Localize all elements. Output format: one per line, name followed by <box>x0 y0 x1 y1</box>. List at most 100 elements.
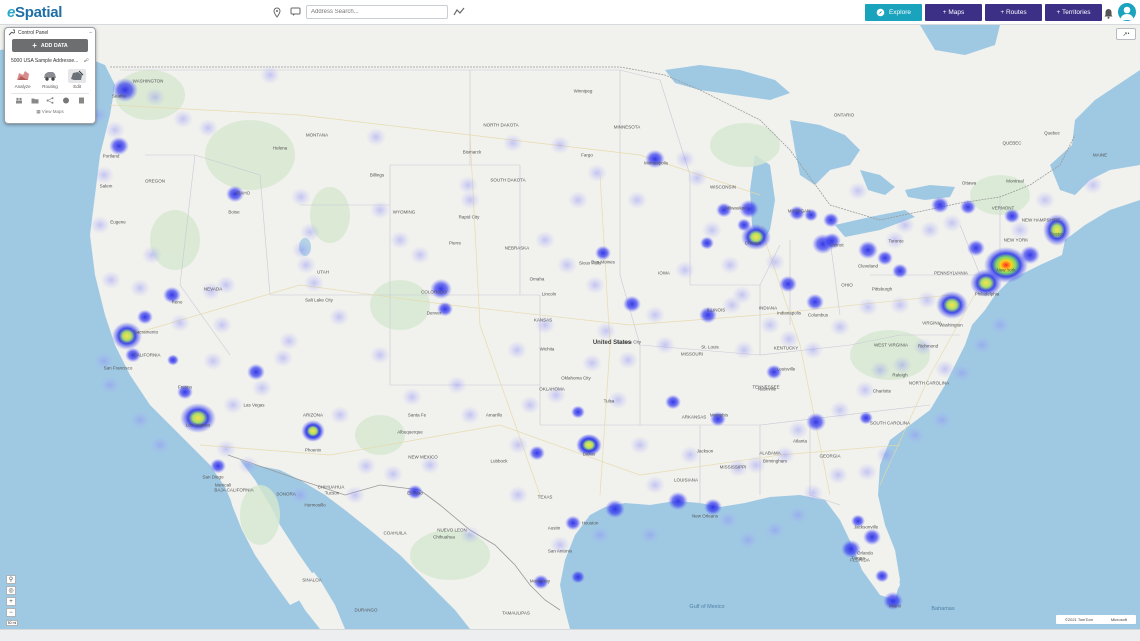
add-territories-label: + Territories <box>1056 9 1091 16</box>
globe-icon[interactable] <box>62 97 70 106</box>
heat-density-light <box>627 191 647 209</box>
state-label: NEW YORK <box>1003 237 1029 243</box>
city-label: Austin <box>547 525 561 531</box>
heat-density-light <box>390 231 410 249</box>
locate-button[interactable]: ◎ <box>6 586 16 595</box>
location-pin-icon[interactable] <box>270 5 284 19</box>
heat-density-light <box>857 463 877 481</box>
heat-density-light <box>645 476 665 494</box>
dataset-selector[interactable]: 5000 USA Sample Addresse... ☍ <box>11 57 89 65</box>
layer-toggle-button[interactable]: ↗ • <box>1116 28 1136 40</box>
heat-density-spot <box>1004 208 1020 224</box>
analyze-tool[interactable]: Analyze <box>14 69 32 89</box>
heat-density-light <box>702 221 722 239</box>
city-label: Fresno <box>177 384 193 390</box>
heat-density-light <box>260 66 280 84</box>
heat-density-light <box>870 361 890 379</box>
state-label: SONORA <box>276 491 296 497</box>
city-label: Denver <box>426 310 442 316</box>
route-directions-icon[interactable] <box>452 5 466 19</box>
heat-density-spot <box>877 250 893 266</box>
state-label: OKLAHOMA <box>539 386 565 392</box>
city-label: Kansas City <box>616 339 642 345</box>
city-label: Seattle <box>111 93 127 99</box>
state-label: ONTARIO <box>833 112 855 118</box>
bell-icon[interactable] <box>1104 6 1113 24</box>
state-label: NORTH CAROLINA <box>908 380 950 386</box>
map-base[interactable] <box>0 25 1140 629</box>
share-icon[interactable] <box>46 97 54 106</box>
collapse-icon[interactable]: – <box>89 30 92 36</box>
zoom-out-button[interactable]: − <box>6 608 16 617</box>
state-label: IOWA <box>658 270 670 276</box>
add-maps-button[interactable]: + Maps <box>925 4 982 21</box>
heatmap-map[interactable]: United States Gulf of Mexico Bahamas WASHIN… <box>0 25 1140 629</box>
folder-icon[interactable] <box>31 97 39 106</box>
heat-density-light <box>892 356 912 374</box>
heat-density-light <box>508 486 528 504</box>
heat-density-light <box>460 191 480 209</box>
city-label: Winnipeg <box>573 88 593 94</box>
control-panel-header[interactable]: Control Panel – <box>5 28 95 37</box>
state-label: DURANGO <box>354 607 378 613</box>
heat-density-light <box>640 526 660 544</box>
people-icon[interactable] <box>15 97 23 106</box>
state-label: MISSOURI <box>680 351 704 357</box>
heat-density-spot <box>858 240 878 260</box>
attribution-microsoft[interactable]: Microsoft <box>1111 617 1127 622</box>
heat-density-spot <box>806 293 824 311</box>
city-label: Eugene <box>110 219 126 225</box>
city-label: Rapid City <box>458 214 480 220</box>
address-search-input[interactable] <box>306 5 448 19</box>
heat-hotspot-phoenix <box>301 420 325 442</box>
state-label: NUEVO LEON <box>437 527 467 533</box>
state-label: WISCONSIN <box>709 184 737 190</box>
heat-density-spot <box>931 196 949 214</box>
heat-density-light <box>932 411 952 429</box>
heat-density-light <box>329 308 349 326</box>
state-label: WEST VIRGINIA <box>874 342 908 348</box>
city-label: Tampa <box>851 555 865 561</box>
add-data-button[interactable]: + ADD DATA <box>12 39 88 52</box>
chat-icon[interactable] <box>288 5 302 19</box>
heat-density-light <box>858 298 878 316</box>
state-label: NEW HAMPSHIRE <box>1021 217 1061 223</box>
explore-button[interactable]: Explore <box>865 4 922 21</box>
routing-tool[interactable]: Routing <box>41 69 59 89</box>
add-routes-button[interactable]: + Routes <box>985 4 1042 21</box>
attribution-tomtom[interactable]: ©2021 TomTom <box>1065 617 1093 622</box>
edit-label: Edit <box>73 84 82 89</box>
avatar[interactable] <box>1118 3 1136 21</box>
state-label: WYOMING <box>392 209 416 215</box>
heat-density-spot <box>605 499 625 519</box>
heat-density-light <box>895 216 915 234</box>
city-label: Tulsa <box>603 398 615 404</box>
heat-density-light <box>101 271 121 289</box>
city-label: New Orleans <box>691 513 719 519</box>
heat-density-light <box>718 511 738 529</box>
city-label: Columbus <box>807 312 829 318</box>
view-maps-link[interactable]: ▦ View Maps <box>5 109 95 115</box>
edit-tool[interactable]: Edit <box>68 69 87 89</box>
edit-map-icon <box>68 69 87 83</box>
water-label: Bahamas <box>931 606 955 612</box>
add-territories-button[interactable]: + Territories <box>1045 4 1102 21</box>
zoom-in-button[interactable]: + <box>6 597 16 606</box>
heat-density-light <box>345 486 365 504</box>
heat-density-light <box>848 182 868 200</box>
heat-density-light <box>765 253 785 271</box>
espatial-logo[interactable]: eSpatial <box>7 4 62 21</box>
heat-density-light <box>550 136 570 154</box>
zoom-search-button[interactable]: ⚲ <box>6 575 16 584</box>
state-label: PENNSYLVANIA <box>934 270 968 276</box>
state-label: CHIHUAHUA <box>317 484 345 490</box>
add-data-label: ADD DATA <box>40 42 68 49</box>
city-label: Phoenix <box>304 447 322 453</box>
city-label: Boise <box>228 209 240 215</box>
state-label: GEORGIA <box>819 453 841 459</box>
heat-density-light <box>655 336 675 354</box>
link-icon[interactable]: ☍ <box>84 58 89 64</box>
document-icon[interactable] <box>78 97 85 106</box>
heat-density-spot <box>137 309 153 325</box>
state-label: MONTANA <box>305 132 329 138</box>
